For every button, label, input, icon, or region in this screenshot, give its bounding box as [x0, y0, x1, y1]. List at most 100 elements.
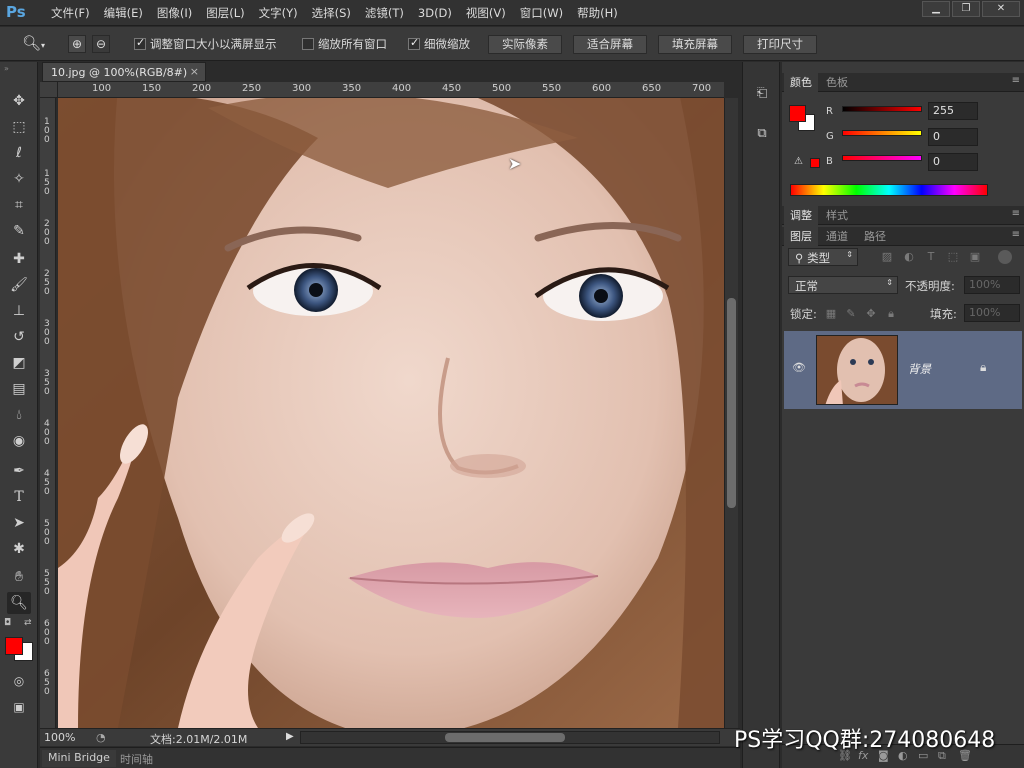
zoom-tool-preset-icon[interactable]: 🔍︎▾ — [22, 34, 48, 54]
filter-adjustment-icon[interactable]: ◐ — [902, 250, 916, 264]
foreground-color-swatch[interactable] — [789, 105, 806, 122]
ruler-origin[interactable] — [40, 82, 58, 98]
dodge-tool-icon[interactable]: ◉ — [7, 430, 31, 452]
visibility-eye-icon[interactable]: 👁︎ — [792, 361, 806, 374]
filter-shape-icon[interactable]: ⬚ — [946, 250, 960, 264]
menu-layer[interactable]: 图层(L) — [199, 0, 251, 26]
menu-type[interactable]: 文字(Y) — [252, 0, 305, 26]
properties-panel-icon[interactable]: ⧉ — [752, 126, 772, 146]
close-button[interactable]: ✕ — [982, 1, 1020, 17]
gamut-warning-icon[interactable]: ⚠ — [794, 156, 803, 167]
blur-tool-icon[interactable]: 💧︎ — [7, 404, 31, 426]
lock-transparent-icon[interactable]: ▦ — [824, 307, 838, 321]
tab-color[interactable]: 颜色 — [784, 73, 818, 92]
fill-field[interactable]: 100% — [964, 304, 1020, 322]
opacity-field[interactable]: 100% — [964, 276, 1020, 294]
menu-help[interactable]: 帮助(H) — [570, 0, 625, 26]
zoom-level[interactable]: 100% — [44, 731, 75, 744]
tab-layers[interactable]: 图层 — [784, 227, 818, 246]
vertical-ruler[interactable]: 1 0 0 1 5 0 2 0 0 2 5 0 3 0 0 3 5 0 4 0 … — [40, 98, 56, 728]
panel-menu-icon[interactable]: ≡ — [1012, 208, 1020, 219]
tab-paths[interactable]: 路径 — [858, 227, 892, 246]
close-document-icon[interactable]: × — [190, 65, 199, 78]
panel-menu-icon[interactable]: ≡ — [1012, 229, 1020, 240]
menu-view[interactable]: 视图(V) — [459, 0, 513, 26]
fill-screen-button[interactable]: 填充屏幕 — [658, 35, 732, 54]
horizontal-ruler[interactable]: 100 150 200 250 300 350 400 450 500 550 … — [58, 82, 724, 98]
healing-brush-tool-icon[interactable]: ✚ — [7, 248, 31, 270]
fit-screen-button[interactable]: 适合屏幕 — [573, 35, 647, 54]
brush-tool-icon[interactable]: 🖌︎ — [7, 274, 31, 296]
red-slider[interactable] — [842, 106, 922, 112]
menu-window[interactable]: 窗口(W) — [513, 0, 570, 26]
vertical-scrollbar[interactable] — [724, 98, 738, 728]
menu-edit[interactable]: 编辑(E) — [97, 0, 150, 26]
horizontal-scrollbar[interactable] — [300, 731, 720, 744]
hand-tool-icon[interactable]: ✋︎ — [7, 566, 31, 588]
move-tool-icon[interactable]: ✥ — [7, 90, 31, 112]
blue-value-field[interactable]: 0 — [928, 153, 978, 171]
red-value-field[interactable]: 255 — [928, 102, 978, 120]
history-panel-icon[interactable]: ⎗ — [752, 86, 772, 106]
clone-stamp-tool-icon[interactable]: ⊥ — [7, 300, 31, 322]
tab-timeline[interactable]: 时间轴 — [114, 750, 159, 767]
swap-colors-icon[interactable]: ⇄ — [24, 618, 32, 628]
lock-all-icon[interactable]: 🔒︎ — [884, 307, 898, 321]
green-value-field[interactable]: 0 — [928, 128, 978, 146]
scrubby-zoom-checkbox[interactable]: 细微缩放 — [408, 36, 470, 51]
actual-pixels-button[interactable]: 实际像素 — [488, 35, 562, 54]
blend-mode-dropdown[interactable]: 正常 ⇕ — [788, 276, 898, 294]
share-icon[interactable]: ◔ — [96, 731, 106, 744]
gamut-color-swatch[interactable] — [810, 158, 820, 168]
shape-tool-icon[interactable]: ✱ — [7, 538, 31, 560]
minimize-button[interactable]: ▁ — [922, 1, 950, 17]
lock-pixels-icon[interactable]: ✎ — [844, 307, 858, 321]
tab-adjustments[interactable]: 调整 — [784, 206, 818, 225]
menu-select[interactable]: 选择(S) — [305, 0, 358, 26]
screen-mode-icon[interactable]: ▣ — [7, 696, 31, 718]
zoom-all-windows-checkbox[interactable]: 缩放所有窗口 — [302, 37, 387, 51]
layer-name[interactable]: 背景 — [908, 361, 931, 377]
zoom-tool-icon[interactable]: 🔍︎ — [7, 592, 31, 614]
lock-position-icon[interactable]: ✥ — [864, 307, 878, 321]
layer-filter-dropdown[interactable]: ⚲ 类型 ⇕ — [788, 248, 858, 266]
green-slider[interactable] — [842, 130, 922, 136]
marquee-tool-icon[interactable]: ⬚ — [7, 116, 31, 138]
scrollbar-thumb[interactable] — [727, 298, 736, 508]
zoom-in-icon[interactable]: ⊕ — [68, 35, 86, 53]
filter-smart-object-icon[interactable]: ▣ — [968, 250, 982, 264]
status-menu-arrow-icon[interactable]: ▶ — [286, 731, 294, 742]
tab-channels[interactable]: 通道 — [820, 227, 854, 246]
print-size-button[interactable]: 打印尺寸 — [743, 35, 817, 54]
magic-wand-tool-icon[interactable]: ✧ — [7, 168, 31, 190]
lasso-tool-icon[interactable]: ℓ — [7, 142, 31, 164]
foreground-color-swatch[interactable] — [5, 637, 23, 655]
tab-swatches[interactable]: 色板 — [820, 73, 854, 92]
document-tab[interactable]: 10.jpg @ 100%(RGB/8#) × — [42, 62, 206, 82]
filter-toggle-icon[interactable] — [998, 250, 1012, 264]
menu-filter[interactable]: 滤镜(T) — [358, 0, 411, 26]
tab-mini-bridge[interactable]: Mini Bridge — [42, 750, 116, 767]
tab-styles[interactable]: 样式 — [820, 206, 854, 225]
eyedropper-tool-icon[interactable]: ✎ — [7, 220, 31, 242]
quick-mask-icon[interactable]: ◎ — [7, 670, 31, 692]
layer-row-background[interactable]: 👁︎ 背景 🔒︎ — [784, 331, 1022, 409]
filter-pixel-icon[interactable]: ▨ — [880, 250, 894, 264]
default-colors-icon[interactable]: ◘ — [4, 618, 11, 628]
document-canvas[interactable]: ➤ — [58, 98, 724, 728]
scrollbar-thumb[interactable] — [445, 733, 565, 742]
zoom-out-icon[interactable]: ⊖ — [92, 35, 110, 53]
gradient-tool-icon[interactable]: ▤ — [7, 378, 31, 400]
menu-3d[interactable]: 3D(D) — [411, 0, 459, 26]
blue-slider[interactable] — [842, 155, 922, 161]
resize-windows-checkbox[interactable]: 调整窗口大小以满屏显示 — [134, 36, 277, 51]
history-brush-tool-icon[interactable]: ↺ — [7, 326, 31, 348]
pen-tool-icon[interactable]: ✒ — [7, 460, 31, 482]
menu-image[interactable]: 图像(I) — [150, 0, 199, 26]
eraser-tool-icon[interactable]: ◩ — [7, 352, 31, 374]
type-tool-icon[interactable]: T — [7, 486, 31, 508]
restore-button[interactable]: ❐ — [952, 1, 980, 17]
path-selection-tool-icon[interactable]: ➤ — [7, 512, 31, 534]
color-spectrum-bar[interactable] — [790, 184, 988, 196]
collapse-icon[interactable]: » — [4, 64, 9, 73]
